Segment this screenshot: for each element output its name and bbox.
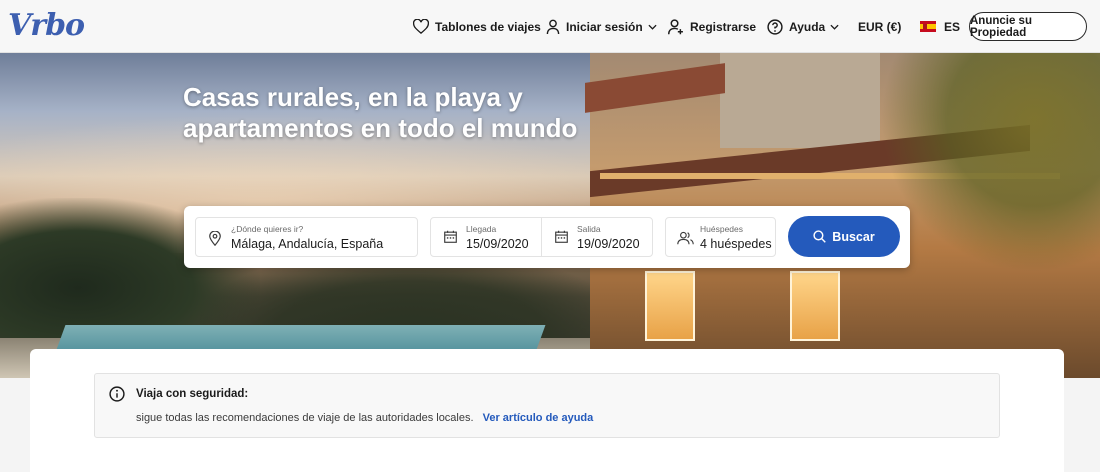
list-property-button[interactable]: Anuncie su Propiedad [969,12,1087,41]
destination-value: Málaga, Andalucía, España [231,237,384,251]
nav-trip-boards-label: Tablones de viajes [435,19,541,34]
checkin-field[interactable]: Llegada 15/09/2020 [431,218,542,256]
hero-window [790,271,840,341]
nav-help[interactable]: Ayuda [767,0,845,53]
language-selector[interactable]: ES [920,0,960,53]
help-circle-icon [767,18,783,35]
hero-foliage [880,53,1100,273]
calendar-icon [555,230,568,243]
nav-help-label: Ayuda [789,19,826,34]
nav-login-label: Iniciar sesión [566,19,643,34]
search-bar: ¿Dónde quieres ir? Málaga, Andalucía, Es… [184,206,910,268]
checkout-value: 19/09/2020 [577,237,640,251]
user-icon [546,19,560,34]
checkout-field[interactable]: Salida 19/09/2020 [542,218,653,256]
search-button-label: Buscar [832,229,875,244]
safety-notice: Viaja con seguridad: sigue todas las rec… [94,373,1000,438]
site-header: Vrbo Tablones de viajes Iniciar sesión R… [0,0,1100,53]
checkin-label: Llegada [466,224,497,234]
chevron-down-icon [648,24,657,30]
heart-icon [413,19,429,34]
location-pin-icon [209,231,221,246]
nav-register[interactable]: Registrarse [668,0,756,53]
guests-label: Huéspedes [700,224,744,234]
checkin-value: 15/09/2020 [466,237,529,251]
help-article-link[interactable]: Ver artículo de ayuda [483,412,594,424]
notice-body-row: sigue todas las recomendaciones de viaje… [136,412,593,424]
destination-label: ¿Dónde quieres ir? [231,224,304,234]
nav-login[interactable]: Iniciar sesión [546,0,663,53]
dates-field: Llegada 15/09/2020 Salida 19/09/2020 [430,217,653,257]
add-user-icon [668,18,683,34]
search-button[interactable]: Buscar [788,216,900,257]
hero-stone-wall [720,53,880,148]
hero-title: Casas rurales, en la playa y apartamento… [183,82,578,143]
guests-field[interactable]: Huéspedes 4 huéspedes [665,217,776,257]
guests-icon [677,231,694,245]
currency-selector[interactable]: EUR (€) [858,0,901,53]
destination-field[interactable]: ¿Dónde quieres ir? Málaga, Andalucía, Es… [195,217,418,257]
spain-flag-icon [920,21,936,32]
logo-text: Vrbo [8,8,85,43]
info-icon [109,386,125,402]
vrbo-logo[interactable]: Vrbo [8,8,100,44]
notice-body: sigue todas las recomendaciones de viaje… [136,412,474,424]
guests-value: 4 huéspedes [700,237,772,251]
search-icon [813,230,827,243]
notice-title: Viaja con seguridad: [136,388,249,400]
nav-trip-boards[interactable]: Tablones de viajes [413,0,541,53]
calendar-icon [444,230,457,243]
nav-register-label: Registrarse [690,19,757,34]
list-property-label: Anuncie su Propiedad [970,14,1032,39]
checkout-label: Salida [577,224,601,234]
language-label: ES [944,19,961,34]
hero-window [645,271,695,341]
chevron-down-icon [830,24,839,30]
currency-label: EUR (€) [858,19,902,34]
